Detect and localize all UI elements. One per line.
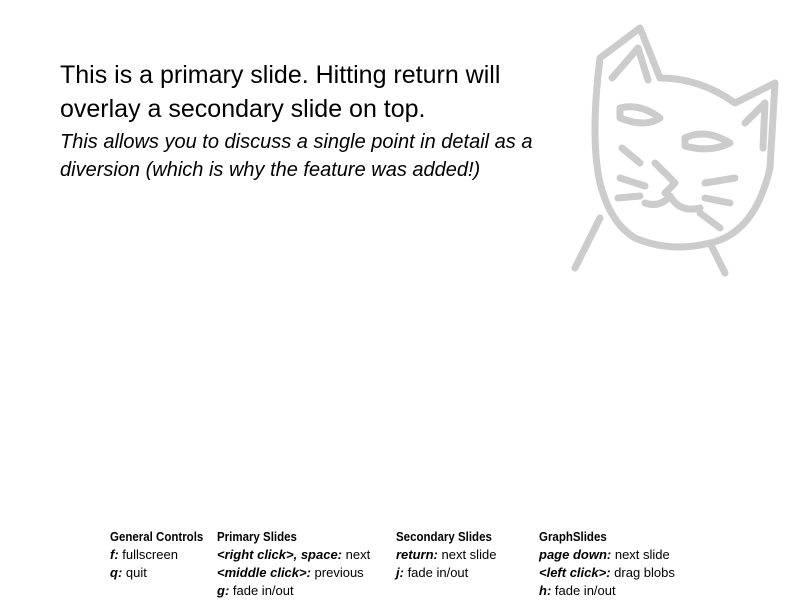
graph-slides-title: GraphSlides xyxy=(539,530,607,544)
control-action: previous xyxy=(314,565,364,580)
control-key: q: xyxy=(110,565,126,580)
control-row: q: quit xyxy=(110,564,211,582)
control-action: drag blobs xyxy=(614,565,675,580)
general-controls-column: General Controls f: fullscreen q: quit xyxy=(110,528,211,582)
slide-content: This is a primary slide. Hitting return … xyxy=(60,58,580,184)
primary-slide-text: This is a primary slide. Hitting return … xyxy=(60,61,501,123)
control-row: <middle click>: previous xyxy=(217,564,370,582)
cat-face-icon xyxy=(560,18,790,283)
control-row: <left click>: drag blobs xyxy=(539,564,675,582)
control-key: return: xyxy=(396,547,442,562)
control-row: h: fade in/out xyxy=(539,582,675,600)
secondary-slide-text: This allows you to discuss a single poin… xyxy=(60,131,533,181)
control-row: g: fade in/out xyxy=(217,582,370,600)
control-action: fade in/out xyxy=(407,565,469,580)
control-row: j: fade in/out xyxy=(396,564,500,582)
primary-slides-column: Primary Slides <right click>, space: nex… xyxy=(217,528,370,600)
control-action: fade in/out xyxy=(232,583,294,598)
control-row: page down: next slide xyxy=(539,546,675,564)
control-key: j: xyxy=(396,565,408,580)
secondary-slides-title: Secondary Slides xyxy=(396,530,492,544)
control-action: next slide xyxy=(614,547,670,562)
control-row: return: next slide xyxy=(396,546,500,564)
graph-slides-column: GraphSlides page down: next slide <left … xyxy=(539,528,675,600)
control-action: quit xyxy=(125,565,147,580)
primary-slides-title: Primary Slides xyxy=(217,530,297,544)
control-key: page down: xyxy=(539,547,615,562)
control-key: <left click>: xyxy=(539,565,615,580)
control-key: <middle click>: xyxy=(217,565,315,580)
control-action: fade in/out xyxy=(554,583,616,598)
control-key: g: xyxy=(217,583,233,598)
control-key: h: xyxy=(539,583,555,598)
control-key: f: xyxy=(110,547,123,562)
control-row: f: fullscreen xyxy=(110,546,211,564)
control-key: <right click>, space: xyxy=(217,547,346,562)
control-action: fullscreen xyxy=(122,547,178,562)
control-action: next xyxy=(345,547,371,562)
secondary-slides-column: Secondary Slides return: next slide j: f… xyxy=(396,528,500,582)
general-controls-title: General Controls xyxy=(110,530,204,544)
control-action: next slide xyxy=(441,547,497,562)
control-row: <right click>, space: next xyxy=(217,546,370,564)
